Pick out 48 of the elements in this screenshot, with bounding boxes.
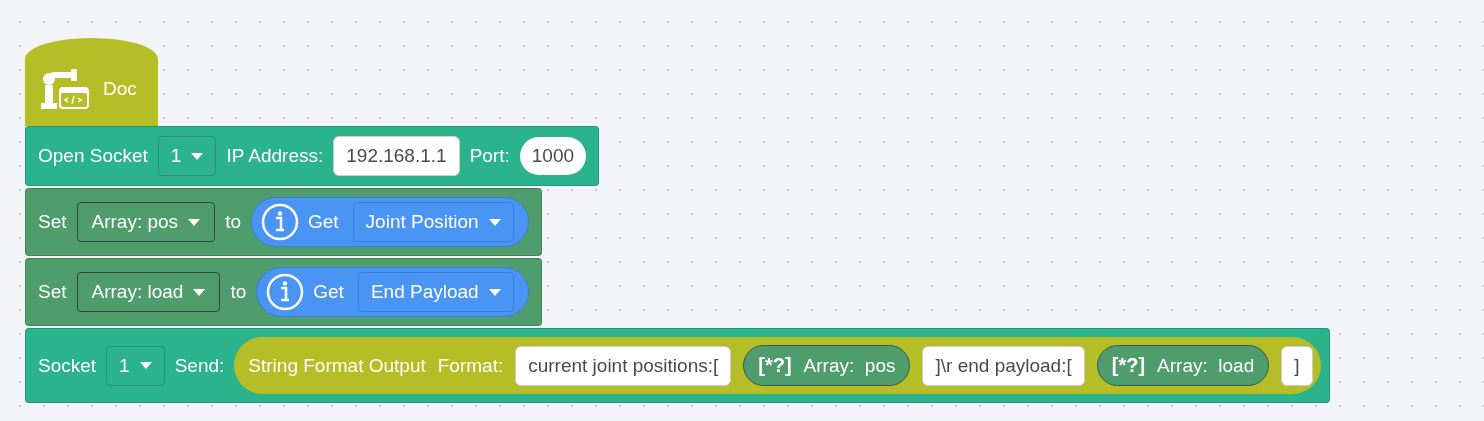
get-label: Get <box>308 211 339 233</box>
get-block[interactable]: Get Joint Position <box>251 197 529 247</box>
text-field[interactable]: ]\r end payload:[ <box>922 345 1085 386</box>
block-label: Send: <box>174 354 225 377</box>
array-reference-block[interactable]: [*?] Array: pos <box>743 345 911 386</box>
block-label: to <box>230 281 247 303</box>
socket-dropdown[interactable]: 1 <box>157 136 217 176</box>
block-label: IP Address: <box>226 145 324 167</box>
get-block[interactable]: Get End Payload <box>256 267 529 317</box>
string-format-block[interactable]: String Format Output Format: current joint positions:[ [*?] Array: pos ]\r end payload:[ [*?] Array: load ] <box>234 337 1321 394</box>
text-field[interactable]: current joint positions:[ <box>515 345 732 386</box>
block-label: Socket <box>38 354 97 377</box>
block-label: Set <box>38 281 67 303</box>
info-icon <box>260 202 300 242</box>
block-label: Open Socket <box>38 145 148 167</box>
block-label: Set <box>38 211 67 233</box>
text-field[interactable]: 192.168.1.1 <box>333 136 460 176</box>
variable-dropdown[interactable]: Array: pos <box>76 202 216 242</box>
robot-arm-icon <box>39 67 91 111</box>
property-dropdown[interactable]: End Payload <box>357 272 514 312</box>
format-title: String Format Output <box>248 354 426 377</box>
caret-icon <box>488 218 501 226</box>
caret-icon <box>193 288 206 296</box>
socket-block[interactable]: Open Socket 1 IP Address: 192.168.1.1 Port: 1000 <box>25 126 600 186</box>
array-label: Array: pos <box>803 354 896 377</box>
hat-block[interactable]: Doc <box>25 38 158 126</box>
number-field[interactable]: 1000 <box>519 137 587 175</box>
caret-icon <box>139 362 152 369</box>
caret-icon <box>488 288 501 296</box>
hat-label: Doc <box>103 78 137 100</box>
caret-icon <box>191 152 204 160</box>
array-symbol: [*?] <box>758 354 792 377</box>
set-variable-block[interactable]: Set Array: load to Get End Payload <box>25 258 542 326</box>
block-label: to <box>225 211 241 233</box>
socket-dropdown[interactable]: 1 <box>106 345 165 386</box>
array-reference-block[interactable]: [*?] Array: load <box>1096 345 1270 386</box>
text-field[interactable]: ] <box>1281 345 1313 386</box>
info-icon <box>265 272 306 312</box>
caret-icon <box>188 218 201 226</box>
socket-block[interactable]: Socket 1 Send: String Format Output Format: current joint positions:[ [*?] Array: pos ]\r end payload:[ [*?] Array: load ] <box>25 328 1330 403</box>
block-label: Port: <box>469 145 510 167</box>
get-label: Get <box>313 281 344 303</box>
property-dropdown[interactable]: Joint Position <box>352 202 514 242</box>
variable-dropdown[interactable]: Array: load <box>76 272 221 312</box>
format-label: Format: <box>437 354 504 377</box>
array-symbol: [*?] <box>1111 354 1146 377</box>
array-label: Array: load <box>1157 354 1255 377</box>
set-variable-block[interactable]: Set Array: pos to Get Joint Position <box>25 188 542 256</box>
